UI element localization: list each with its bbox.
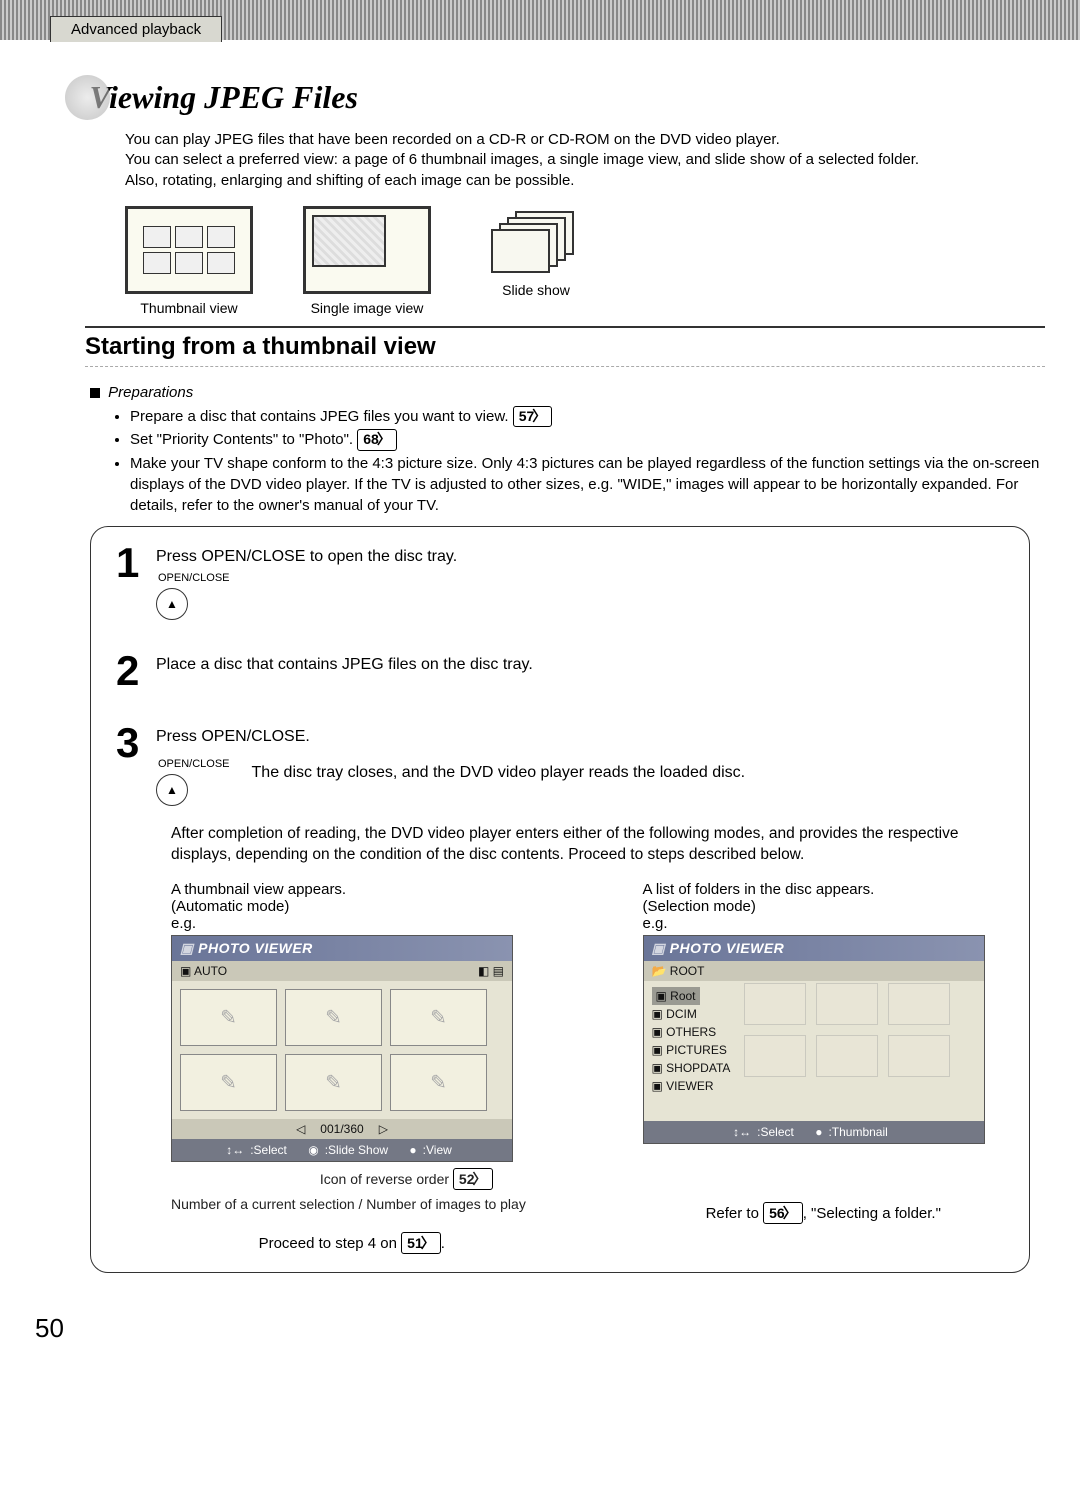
osd-thumbnail-view: ▣ PHOTO VIEWER ▣ AUTO ◧ ▤ ✎ ✎ ✎ ✎ ✎ ✎: [171, 935, 513, 1162]
osd-footer: ↕↔:Select ◉:Slide Show ●:View: [172, 1139, 512, 1161]
button-label: OPEN/CLOSE: [158, 572, 1004, 584]
step-text: Press OPEN/CLOSE to open the disc tray.: [156, 548, 1004, 566]
folder-item: ▣ PICTURES: [652, 1041, 976, 1059]
step-number: 2: [116, 650, 156, 692]
page-ref: 56: [763, 1202, 803, 1224]
view-label: Thumbnail view: [125, 300, 253, 316]
single-image-icon: [303, 206, 431, 294]
view-label: Single image view: [303, 300, 431, 316]
preparations-block: Preparations Prepare a disc that contain…: [90, 382, 1045, 516]
folder-item: ▣ VIEWER: [652, 1077, 976, 1095]
osd-footer: ↕↔:Select ●:Thumbnail: [644, 1121, 984, 1143]
folder-item: ▣ DCIM: [652, 1005, 976, 1023]
osd-root-label: ROOT: [670, 964, 705, 978]
mode-automatic: A thumbnail view appears. (Automatic mod…: [171, 881, 533, 1254]
header-bar: Advanced playback: [0, 0, 1080, 40]
osd-title: ▣ PHOTO VIEWER: [172, 936, 512, 961]
prep-text: Set "Priority Contents" to "Photo".: [130, 431, 353, 448]
intro-line: You can play JPEG files that have been r…: [125, 130, 1045, 150]
page-number: 50: [35, 1313, 1080, 1344]
steps-panel: 1 Press OPEN/CLOSE to open the disc tray…: [90, 526, 1030, 1273]
intro-line: Also, rotating, enlarging and shifting o…: [125, 171, 1045, 191]
page-ref: 68: [357, 429, 397, 451]
proceed-note: Proceed to step 4 on 51.: [171, 1232, 533, 1254]
breadcrumb-tab: Advanced playback: [50, 16, 222, 42]
refer-note: Refer to 56, "Selecting a folder.": [643, 1202, 1005, 1224]
folder-item: ▣ OTHERS: [652, 1023, 976, 1041]
prep-text: Make your TV shape conform to the 4:3 pi…: [130, 455, 1039, 514]
prep-text: Prepare a disc that contains JPEG files …: [130, 408, 509, 425]
page-title: Viewing JPEG Files: [89, 79, 357, 115]
osd-folder-view: ▣ PHOTO VIEWER 📂 ROOT ▣ Root ▣ DCIM ▣ OT…: [643, 935, 985, 1144]
osd-thumb-item: ✎: [180, 989, 277, 1046]
mode-subtitle: (Selection mode): [643, 898, 1005, 915]
eg-label: e.g.: [171, 915, 533, 932]
prep-item: Prepare a disc that contains JPEG files …: [130, 406, 1045, 428]
after-reading-note: After completion of reading, the DVD vid…: [171, 824, 1004, 866]
view-modes-row: Thumbnail view Single image view Slide s…: [125, 206, 1045, 316]
page-ref: 57: [513, 406, 553, 428]
page-content: Viewing JPEG Files You can play JPEG fil…: [0, 40, 1080, 1293]
counter-annotation: Number of a current selection / Number o…: [171, 1196, 533, 1212]
prep-item: Set "Priority Contents" to "Photo". 68: [130, 429, 1045, 451]
title-row: Viewing JPEG Files: [65, 75, 1045, 120]
button-label: OPEN/CLOSE: [158, 758, 230, 770]
prev-icon: ◁: [296, 1122, 305, 1136]
mode-subtitle: (Automatic mode): [171, 898, 533, 915]
view-thumbnail: Thumbnail view: [125, 206, 253, 316]
step-number: 1: [116, 542, 156, 584]
page-indicator-icon: ◧ ▤: [478, 964, 504, 978]
next-icon: ▷: [379, 1122, 388, 1136]
osd-title: ▣ PHOTO VIEWER: [644, 936, 984, 961]
section-title: Starting from a thumbnail view: [85, 333, 456, 360]
page-ref: 51: [401, 1232, 441, 1254]
folder-item: ▣ Root: [652, 987, 976, 1005]
step-text: Place a disc that contains JPEG files on…: [156, 656, 1004, 674]
osd-subbar: 📂 ROOT: [644, 961, 984, 981]
view-label: Slide show: [481, 282, 591, 298]
mode-selection: A list of folders in the disc appears. (…: [643, 881, 1005, 1254]
osd-thumbnails: ✎ ✎ ✎ ✎ ✎ ✎: [172, 981, 512, 1119]
preparations-heading: Preparations: [108, 384, 193, 401]
osd-folder-list: ▣ Root ▣ DCIM ▣ OTHERS ▣ PICTURES ▣ SHOP…: [644, 981, 984, 1121]
step-3: 3 Press OPEN/CLOSE. OPEN/CLOSE ▲ The dis…: [116, 722, 1004, 806]
folder-item: ▣ SHOPDATA: [652, 1059, 976, 1077]
osd-thumb-item: ✎: [390, 989, 487, 1046]
page-ref: 52: [453, 1168, 493, 1190]
osd-thumb-item: ✎: [390, 1054, 487, 1111]
view-slideshow: Slide show: [481, 206, 591, 316]
eject-icon: ▲: [156, 774, 188, 806]
eject-icon: ▲: [156, 588, 188, 620]
step-1: 1 Press OPEN/CLOSE to open the disc tray…: [116, 542, 1004, 620]
osd-status-bar: ◁ 001/360 ▷: [172, 1119, 512, 1139]
eg-label: e.g.: [643, 915, 1005, 932]
osd-thumb-item: ✎: [285, 989, 382, 1046]
intro-text: You can play JPEG files that have been r…: [125, 130, 1045, 191]
mode-title: A list of folders in the disc appears.: [643, 881, 1005, 898]
section-heading: Starting from a thumbnail view: [85, 326, 1045, 367]
osd-subbar: ▣ AUTO ◧ ▤: [172, 961, 512, 981]
slideshow-icon: [481, 206, 591, 276]
step-2: 2 Place a disc that contains JPEG files …: [116, 650, 1004, 692]
osd-auto-label: AUTO: [194, 964, 227, 978]
osd-thumb-item: ✎: [285, 1054, 382, 1111]
intro-line: You can select a preferred view: a page …: [125, 150, 1045, 170]
modes-row: A thumbnail view appears. (Automatic mod…: [171, 881, 1004, 1254]
mode-title: A thumbnail view appears.: [171, 881, 533, 898]
step-subtext: The disc tray closes, and the DVD video …: [252, 752, 746, 782]
step-text: Press OPEN/CLOSE.: [156, 728, 1004, 746]
step-number: 3: [116, 722, 156, 764]
osd-counter: 001/360: [320, 1122, 363, 1136]
title-decor-icon: [65, 75, 110, 120]
icon-annotation: Icon of reverse order 52: [171, 1168, 533, 1190]
square-bullet-icon: [90, 388, 100, 398]
osd-thumb-item: ✎: [180, 1054, 277, 1111]
thumbnail-icon: [125, 206, 253, 294]
prep-item: Make your TV shape conform to the 4:3 pi…: [130, 453, 1045, 516]
view-single: Single image view: [303, 206, 431, 316]
